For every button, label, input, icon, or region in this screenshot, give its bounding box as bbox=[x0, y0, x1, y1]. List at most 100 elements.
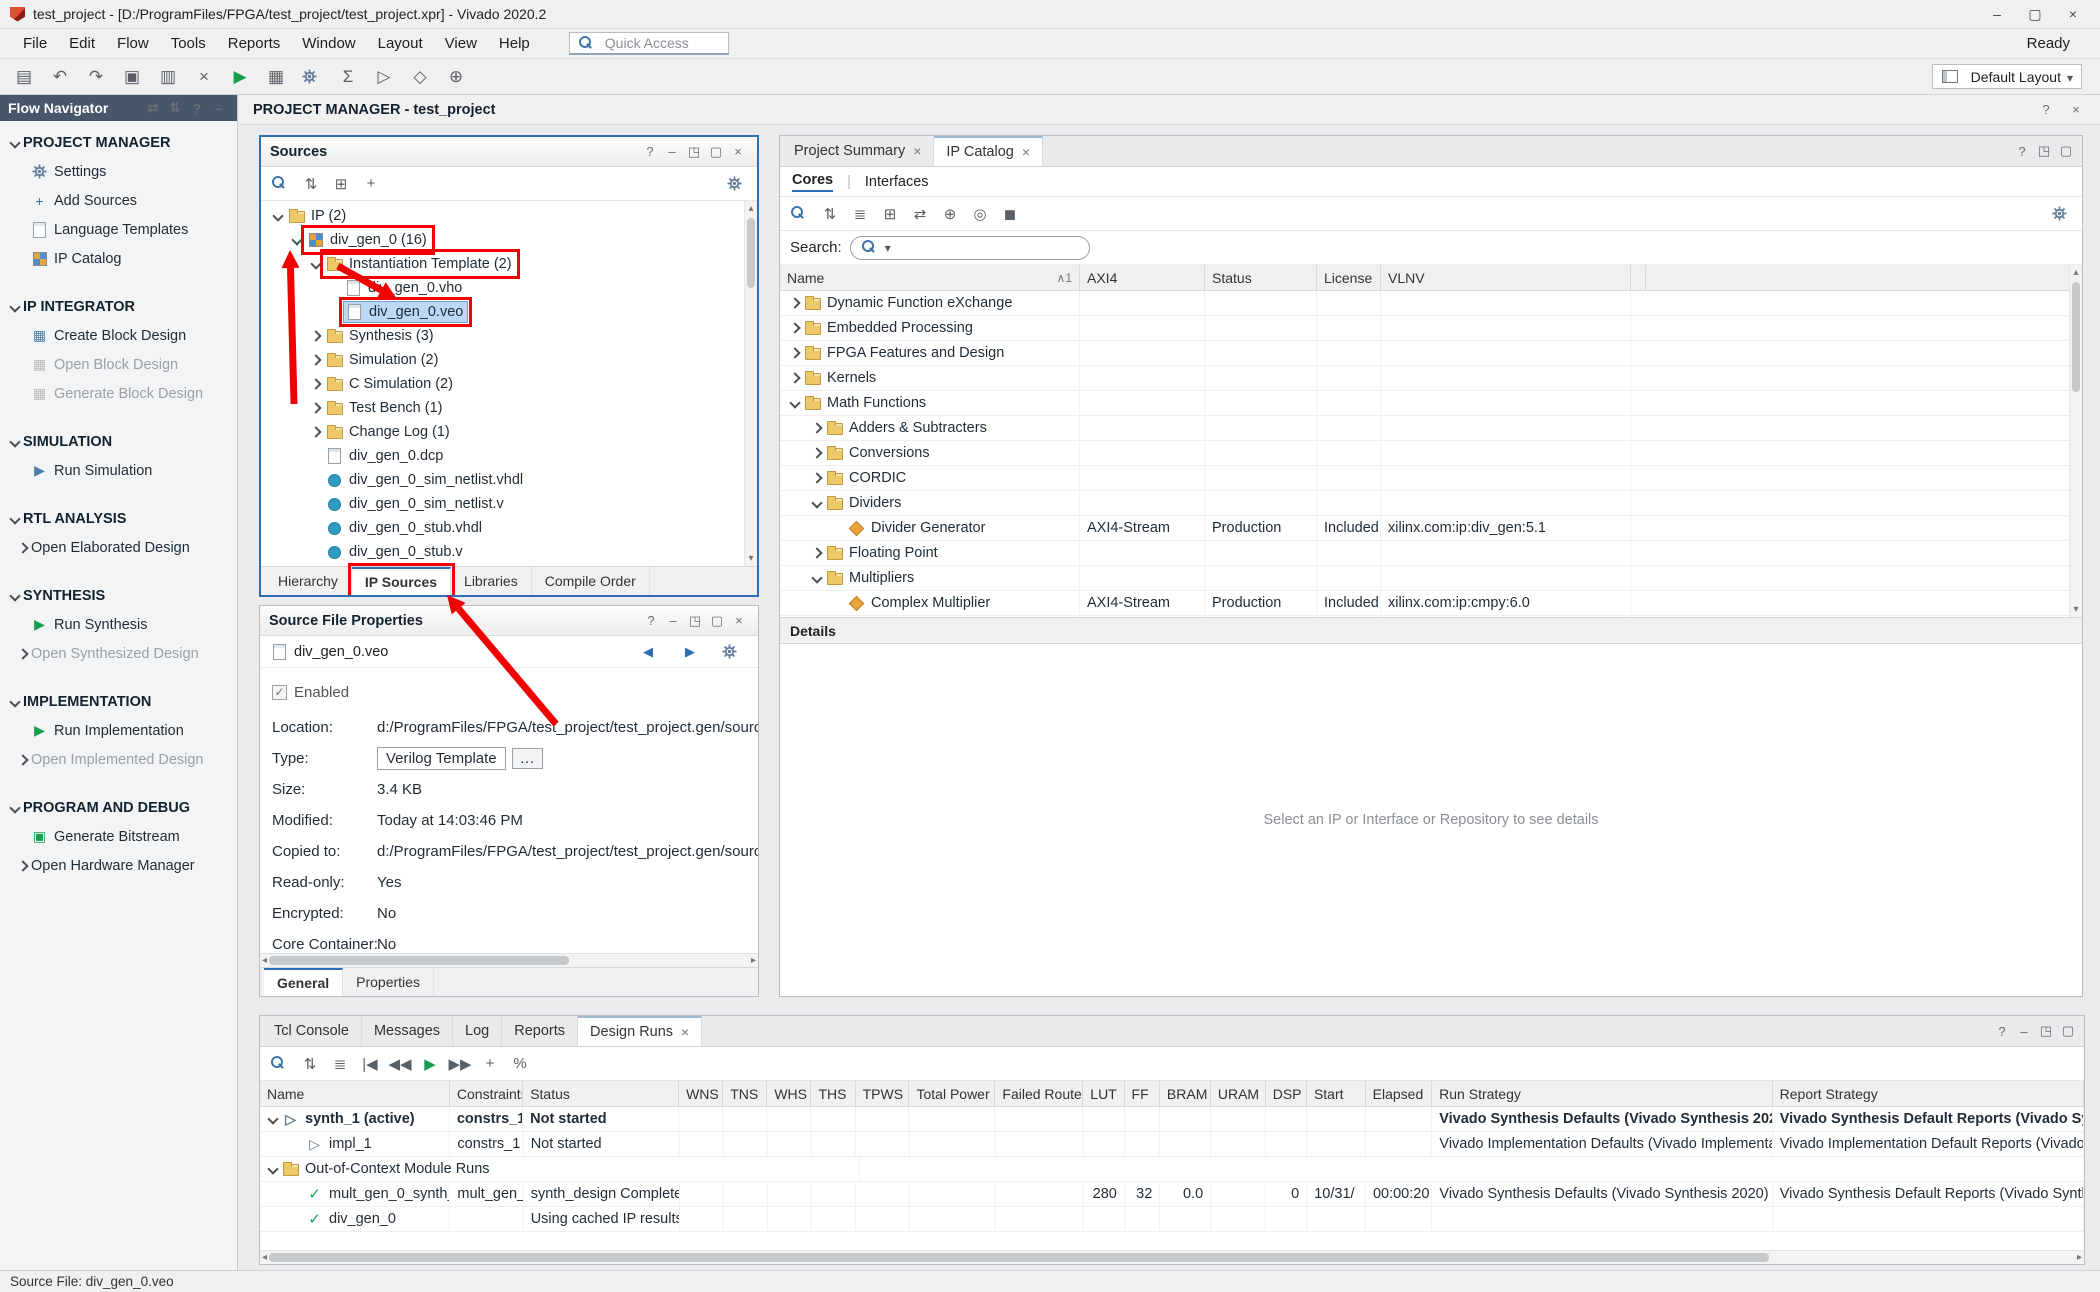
tab-compile-order[interactable]: Compile Order bbox=[532, 567, 650, 595]
rewind-button[interactable]: ◀◀ bbox=[386, 1051, 414, 1077]
close-button[interactable]: × bbox=[2056, 3, 2090, 25]
catalog-row-multipliers[interactable]: Multipliers bbox=[780, 566, 2082, 591]
chevron-down-icon[interactable] bbox=[264, 1165, 281, 1173]
chevron-right-icon[interactable] bbox=[808, 474, 825, 482]
chevron-right-icon[interactable] bbox=[808, 549, 825, 557]
tab-ip-catalog[interactable]: IP Catalog× bbox=[934, 136, 1043, 166]
menu-reports[interactable]: Reports bbox=[217, 31, 292, 56]
enabled-checkbox[interactable]: ✓ bbox=[272, 685, 287, 700]
tree-item-instantiation-template[interactable]: Instantiation Template (2) bbox=[261, 252, 757, 276]
chevron-right-icon[interactable] bbox=[808, 424, 825, 432]
copy-button[interactable]: ▥ bbox=[152, 63, 184, 91]
column-header-status[interactable]: Status bbox=[523, 1081, 679, 1106]
chevron-down-icon[interactable] bbox=[786, 399, 803, 407]
sum-button[interactable]: Σ bbox=[332, 63, 364, 91]
column-header-wns[interactable]: WNS bbox=[679, 1081, 723, 1106]
tree-item-synthesis[interactable]: Synthesis (3) bbox=[261, 324, 757, 348]
chevron-down-icon[interactable] bbox=[264, 1115, 281, 1123]
chevron-right-icon[interactable] bbox=[786, 374, 803, 382]
help-icon[interactable]: ? bbox=[187, 98, 207, 118]
quick-access-search[interactable]: Quick Access bbox=[569, 32, 729, 55]
column-header-name[interactable]: Name∧1 bbox=[780, 265, 1080, 290]
run-row-out-of-context-module-runs[interactable]: Out-of-Context Module Runs bbox=[260, 1157, 2084, 1182]
redo-button[interactable]: ↷ bbox=[80, 63, 112, 91]
chevron-right-icon[interactable] bbox=[808, 449, 825, 457]
flow-section-header-project-manager[interactable]: PROJECT MANAGER bbox=[0, 129, 237, 157]
run-row-synth-1-active[interactable]: ▷synth_1 (active)constrs_1Not startedViv… bbox=[260, 1107, 2084, 1132]
column-header-name[interactable]: Name bbox=[260, 1081, 450, 1106]
tree-item-div-gen-0-dcp[interactable]: div_gen_0.dcp bbox=[261, 444, 757, 468]
catalog-row-conversions[interactable]: Conversions bbox=[780, 441, 2082, 466]
chevron-down-icon[interactable] bbox=[6, 515, 23, 523]
flow-item-open-hardware-manager[interactable]: Open Hardware Manager bbox=[0, 851, 237, 880]
run-row-div-gen-0[interactable]: ✓div_gen_0Using cached IP results bbox=[260, 1207, 2084, 1232]
column-header-vlnv[interactable]: VLNV bbox=[1381, 265, 1631, 290]
chevron-down-icon[interactable] bbox=[6, 139, 23, 147]
catalog-search-input[interactable] bbox=[850, 236, 1090, 260]
minimize-icon[interactable]: ‒ bbox=[209, 98, 229, 118]
flow-section-header-program-and-debug[interactable]: PROGRAM AND DEBUG bbox=[0, 794, 237, 822]
tree-item-change-log[interactable]: Change Log (1) bbox=[261, 420, 757, 444]
flow-item-add-sources[interactable]: +Add Sources bbox=[0, 186, 237, 215]
column-header-status[interactable]: Status bbox=[1205, 265, 1317, 290]
menu-tools[interactable]: Tools bbox=[160, 31, 217, 56]
help-icon[interactable]: ? bbox=[641, 611, 661, 631]
chevron-right-icon[interactable] bbox=[786, 299, 803, 307]
chevron-right-icon[interactable] bbox=[786, 349, 803, 357]
maximize-icon[interactable]: ▢ bbox=[2056, 141, 2076, 161]
column-header-total-power[interactable]: Total Power bbox=[909, 1081, 995, 1106]
chevron-right-icon[interactable] bbox=[14, 650, 31, 658]
flow-section-header-simulation[interactable]: SIMULATION bbox=[0, 428, 237, 456]
flow-item-generate-bitstream[interactable]: ▣Generate Bitstream bbox=[0, 822, 237, 851]
fast-forward-button[interactable]: ▶▶ bbox=[446, 1051, 474, 1077]
minimize-icon[interactable]: ‒ bbox=[2014, 1021, 2034, 1041]
help-icon[interactable]: ? bbox=[640, 142, 660, 162]
undo-button[interactable]: ↶ bbox=[44, 63, 76, 91]
column-header-whs[interactable]: WHS bbox=[767, 1081, 811, 1106]
tab-messages[interactable]: Messages bbox=[362, 1016, 453, 1046]
tab-design-runs[interactable]: Design Runs× bbox=[578, 1016, 702, 1046]
tab-tcl-console[interactable]: Tcl Console bbox=[262, 1016, 362, 1046]
collapse-all-button[interactable]: ⇅ bbox=[297, 171, 325, 197]
stop-button[interactable]: ◼ bbox=[996, 201, 1024, 227]
chevron-right-icon[interactable] bbox=[307, 428, 324, 436]
search-button[interactable] bbox=[267, 171, 295, 197]
tab-reports[interactable]: Reports bbox=[502, 1016, 578, 1046]
tree-item-div-gen-0[interactable]: div_gen_0 (16) bbox=[261, 228, 757, 252]
close-icon[interactable]: × bbox=[913, 143, 921, 159]
minimize-icon[interactable]: ‒ bbox=[663, 611, 683, 631]
float-icon[interactable]: ◳ bbox=[2036, 1021, 2056, 1041]
column-header-elapsed[interactable]: Elapsed bbox=[1366, 1081, 1433, 1106]
tab-general[interactable]: General bbox=[264, 968, 343, 996]
scroll-down-icon[interactable]: ▾ bbox=[748, 553, 753, 564]
float-icon[interactable]: ◳ bbox=[684, 142, 704, 162]
chevron-right-icon[interactable] bbox=[307, 332, 324, 340]
column-header-uram[interactable]: URAM bbox=[1211, 1081, 1266, 1106]
float-icon[interactable]: ◳ bbox=[685, 611, 705, 631]
maximize-button[interactable]: ▢ bbox=[2018, 3, 2052, 25]
scroll-up-icon[interactable]: ▴ bbox=[2073, 267, 2078, 278]
tree-item-c-simulation[interactable]: C Simulation (2) bbox=[261, 372, 757, 396]
chevron-down-icon[interactable] bbox=[6, 804, 23, 812]
chevron-down-icon[interactable] bbox=[808, 499, 825, 507]
search-button[interactable] bbox=[786, 201, 814, 227]
type-dropdown[interactable]: Verilog Template bbox=[377, 747, 506, 770]
menu-flow[interactable]: Flow bbox=[106, 31, 160, 56]
help-icon[interactable]: ? bbox=[2012, 141, 2032, 161]
run-button[interactable]: ▶ bbox=[416, 1051, 444, 1077]
catalog-row-dynamic-function-exchange[interactable]: Dynamic Function eXchange bbox=[780, 291, 2082, 316]
maximize-icon[interactable]: ▢ bbox=[707, 611, 727, 631]
flow-item-create-block-design[interactable]: ▦Create Block Design bbox=[0, 321, 237, 350]
scroll-thumb[interactable] bbox=[2072, 282, 2080, 392]
help-icon[interactable]: ? bbox=[2036, 100, 2056, 120]
tree-item-test-bench[interactable]: Test Bench (1) bbox=[261, 396, 757, 420]
catalog-row-complex-multiplier[interactable]: Complex MultiplierAXI4-StreamProductionI… bbox=[780, 591, 2082, 616]
chevron-down-icon[interactable] bbox=[269, 212, 286, 220]
column-header-tpws[interactable]: TPWS bbox=[856, 1081, 910, 1106]
restore-hierarchy-button[interactable]: ⊞ bbox=[876, 201, 904, 227]
column-header-constraints[interactable]: Constraints bbox=[450, 1081, 523, 1106]
close-icon[interactable]: × bbox=[729, 611, 749, 631]
float-icon[interactable]: ◳ bbox=[2034, 141, 2054, 161]
close-icon[interactable]: × bbox=[1022, 144, 1030, 160]
catalog-row-fpga-features-and-design[interactable]: FPGA Features and Design bbox=[780, 341, 2082, 366]
